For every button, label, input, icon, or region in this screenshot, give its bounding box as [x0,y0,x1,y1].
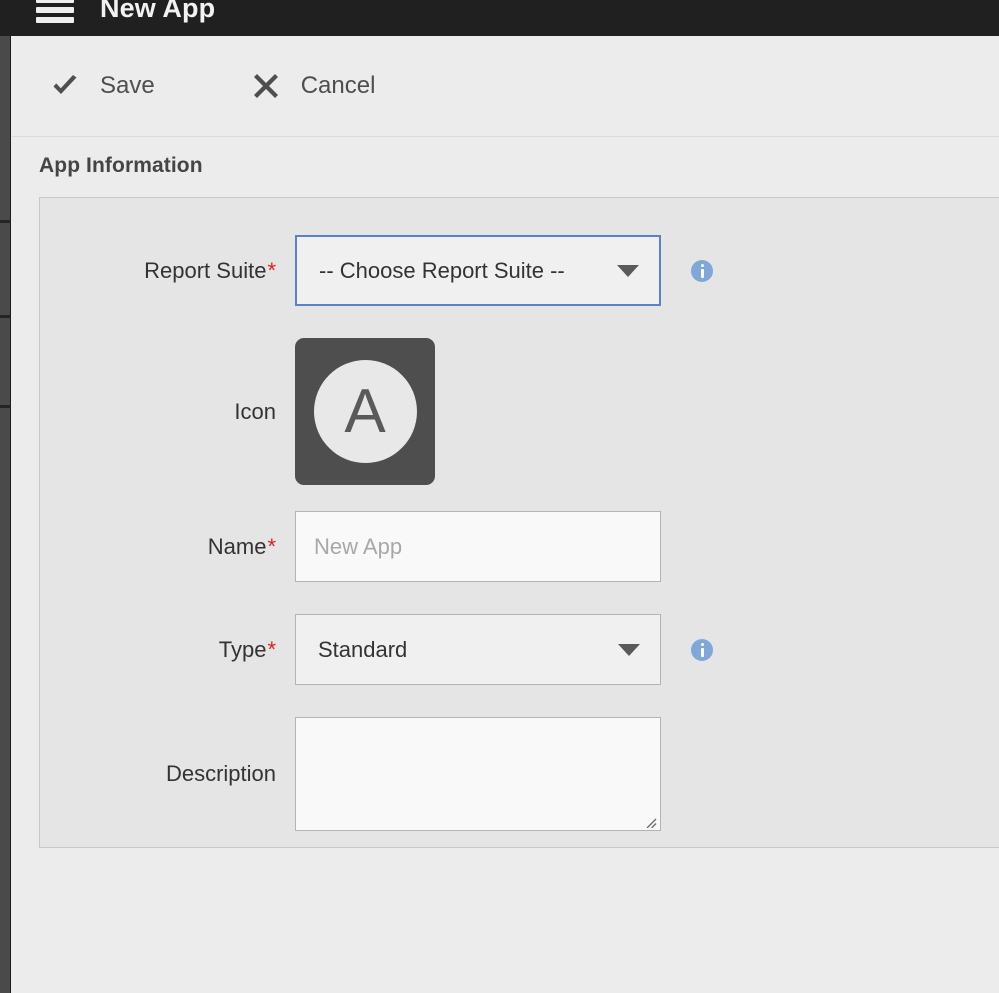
chevron-down-icon [618,643,640,656]
checkmark-icon [53,75,77,94]
field-type: Type* Standard [40,614,760,685]
hamburger-menu-icon[interactable] [36,0,74,23]
app-icon-label: Icon [234,398,276,424]
report-suite-select-value: -- Choose Report Suite -- [319,257,565,283]
app-icon-letter: A [344,376,386,446]
close-x-icon [253,74,278,98]
report-suite-info-icon[interactable] [691,259,713,282]
name-label: Name* [207,533,276,559]
field-description: Description [40,717,760,831]
description-label: Description [165,761,276,786]
type-select-value: Standard [318,636,408,662]
required-marker: * [267,636,276,662]
app-icon-circle: A [313,360,417,463]
rail-divider [0,315,11,318]
cancel-button-label: Cancel [300,72,376,99]
content-area: Save Cancel App Information Report Suite… [12,36,999,993]
field-app-icon: Icon A [40,338,760,485]
field-name: Name* [40,511,760,582]
app-window: New App Save Cancel App Information Repo… [0,0,999,993]
save-button[interactable]: Save [40,65,165,107]
app-icon-tile[interactable]: A [295,338,435,485]
type-label: Type* [218,636,276,662]
type-select[interactable]: Standard [295,614,661,685]
field-report-suite: Report Suite* -- Choose Report Suite -- [40,235,760,306]
report-suite-select[interactable]: -- Choose Report Suite -- [295,235,661,306]
report-suite-label: Report Suite* [144,257,276,283]
description-textarea[interactable] [295,717,661,831]
action-toolbar: Save Cancel [12,36,999,137]
required-marker: * [267,533,276,559]
left-navigation-rail[interactable] [0,36,11,993]
rail-divider [0,405,11,408]
cancel-button[interactable]: Cancel [241,65,386,107]
name-input[interactable] [295,511,661,582]
window-header-bar: New App [0,0,999,36]
app-information-panel: Report Suite* -- Choose Report Suite -- … [39,197,999,848]
chevron-down-icon [617,264,639,277]
section-title: App Information [39,154,203,177]
required-marker: * [267,257,276,283]
window-title: New App [100,0,216,23]
rail-divider [0,220,11,223]
save-button-label: Save [100,72,155,99]
type-info-icon[interactable] [691,638,713,661]
